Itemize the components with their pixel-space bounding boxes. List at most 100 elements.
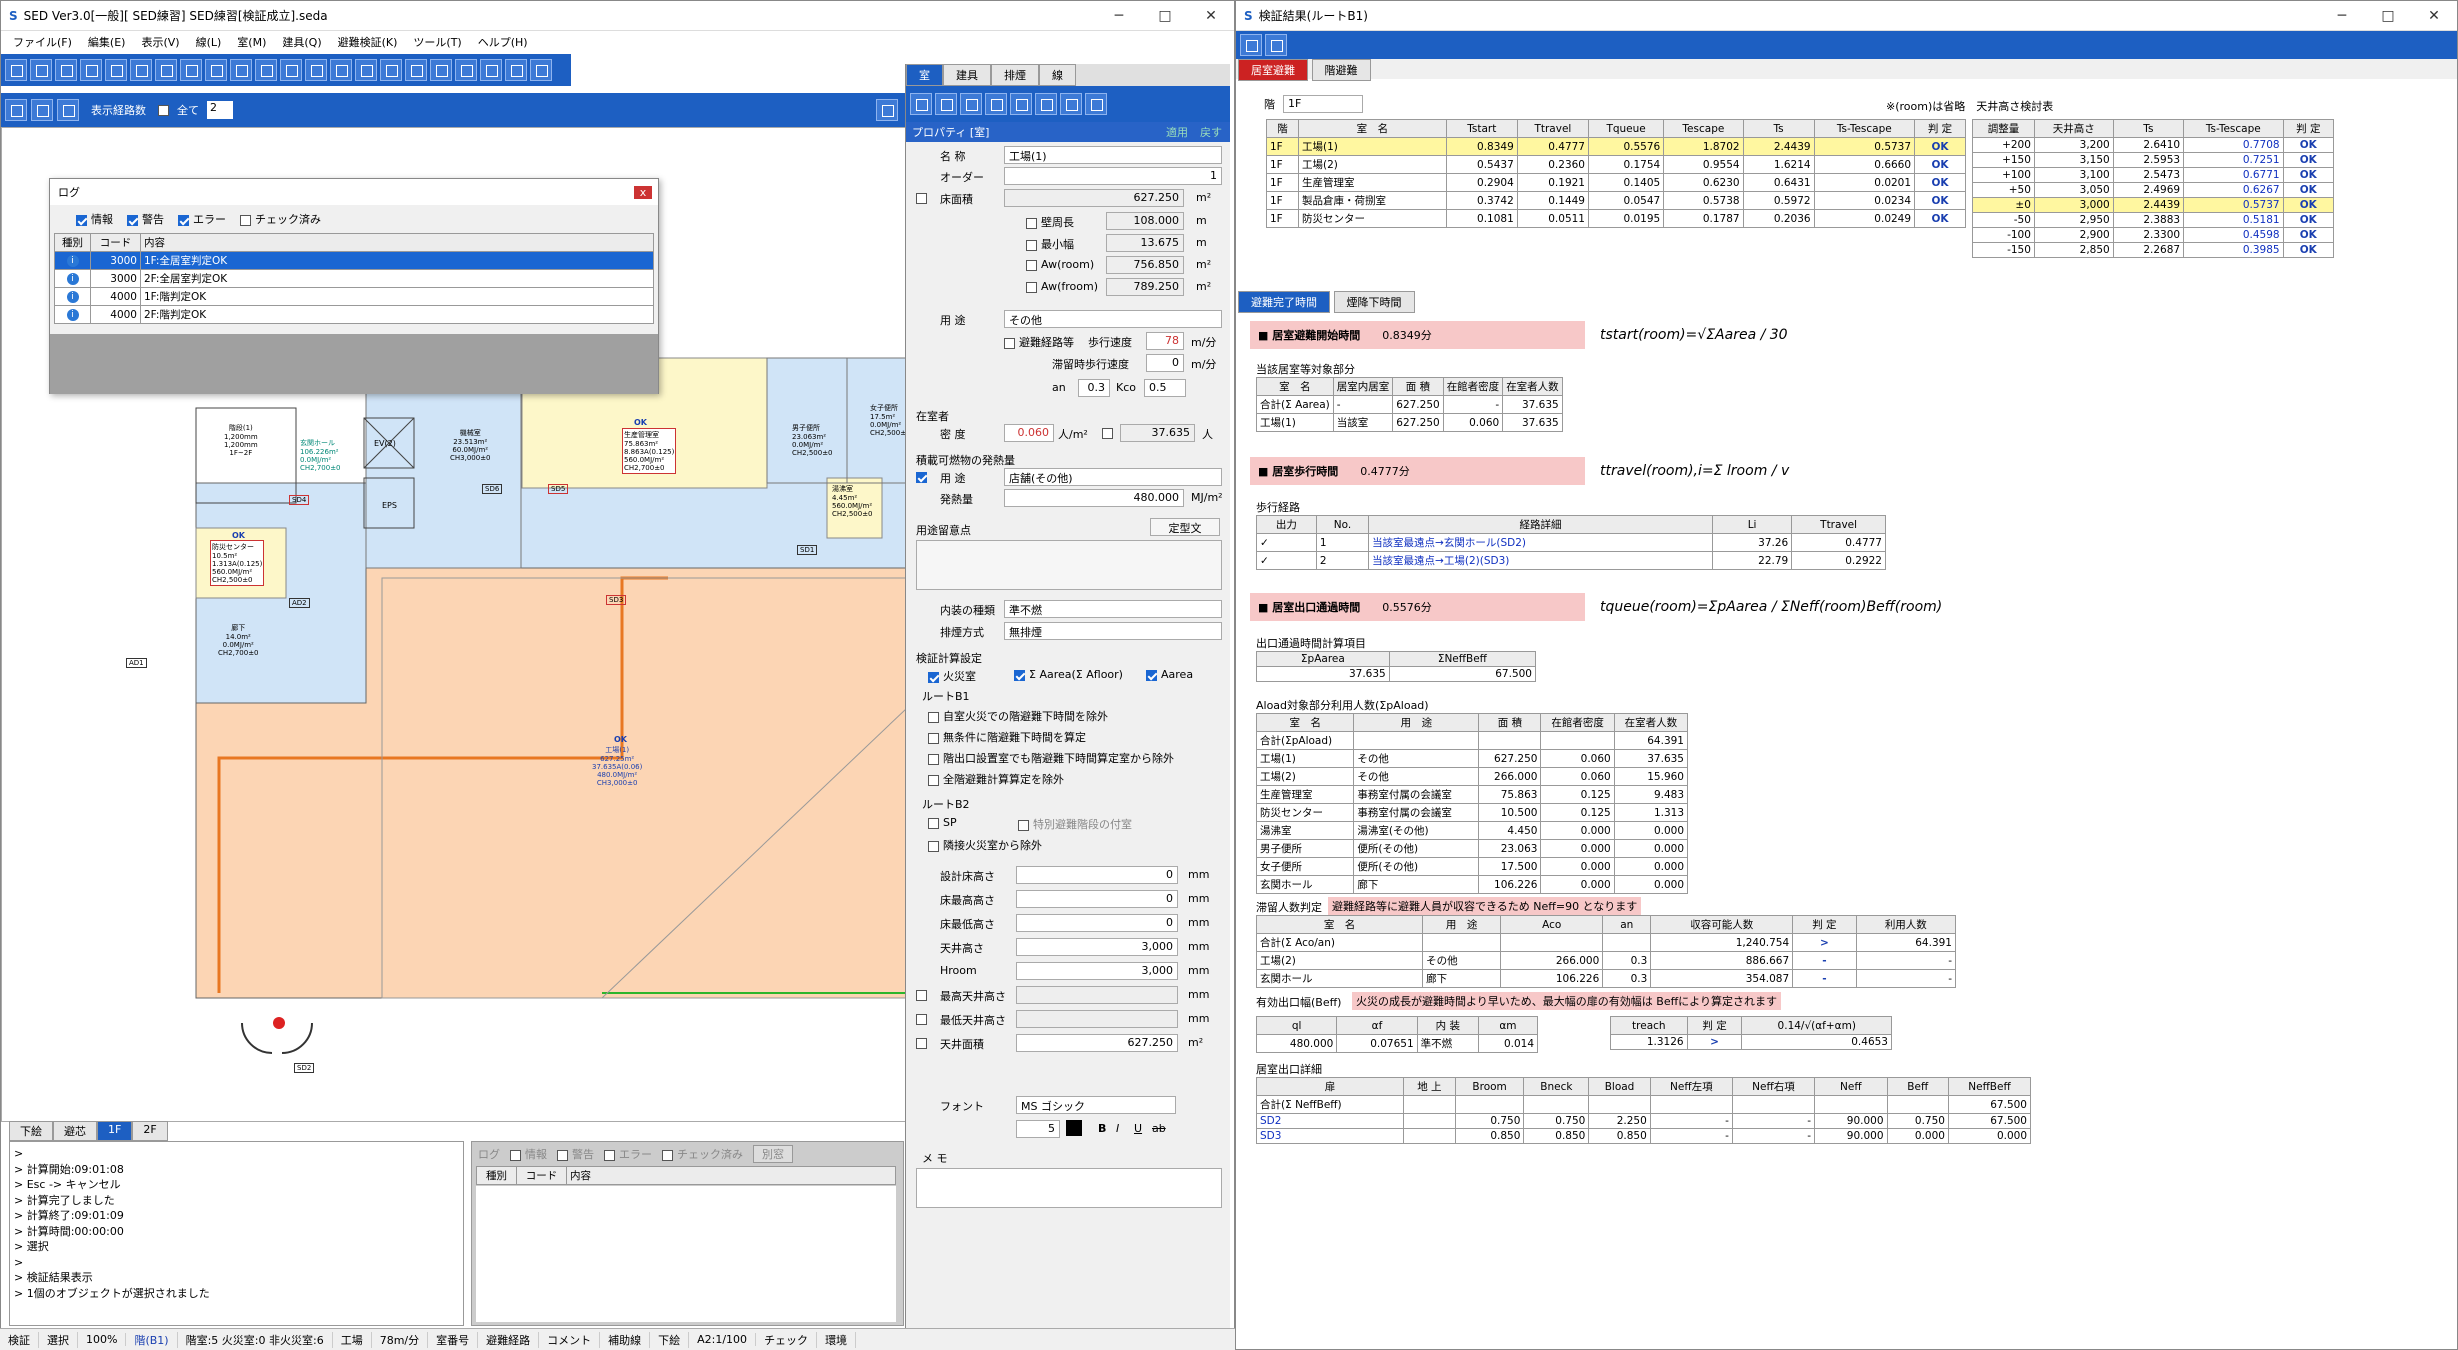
floor-tab-3[interactable]: 2F bbox=[132, 1121, 168, 1141]
status-item-7[interactable]: 室番号 bbox=[428, 1331, 479, 1348]
log-filter-error[interactable]: エラー bbox=[178, 211, 226, 227]
log-dialog[interactable]: ログ x 情報 警告 エラー チェック済み 種別 コード 内容 i 3000 1F:全居… bbox=[49, 178, 659, 394]
underline-button[interactable]: U bbox=[1134, 1122, 1142, 1135]
prop-tab-1[interactable]: 建具 bbox=[943, 64, 991, 86]
smoke-select[interactable]: 無排煙 bbox=[1004, 622, 1222, 640]
aw-checkbox[interactable] bbox=[1026, 259, 1037, 271]
italic-button[interactable]: I bbox=[1116, 1122, 1119, 1135]
font-color-button[interactable] bbox=[1066, 1120, 1082, 1136]
font-size-input[interactable]: 5 bbox=[1016, 1120, 1060, 1138]
console-filter-info[interactable]: 情報 bbox=[510, 1146, 547, 1162]
heat-input[interactable]: 480.000 bbox=[1004, 489, 1184, 507]
floor-tab-1[interactable]: 避芯 bbox=[53, 1121, 97, 1141]
fire-use-select[interactable]: 店舗(その他) bbox=[1004, 468, 1222, 486]
b1-opt-3[interactable]: 階出口設置室でも階避難下時間算定室から除外 bbox=[928, 750, 1174, 766]
height-checkbox-5[interactable] bbox=[916, 989, 927, 1001]
select-tool-icon[interactable] bbox=[876, 99, 898, 121]
toolbar-tool-14-icon[interactable] bbox=[355, 59, 377, 81]
result-copy-icon[interactable] bbox=[1265, 34, 1287, 56]
bold-button[interactable]: B bbox=[1098, 1122, 1106, 1135]
order-input[interactable]: 1 bbox=[1004, 167, 1222, 185]
status-item-12[interactable]: A2:1/100 bbox=[689, 1333, 757, 1346]
persons-checkbox[interactable] bbox=[1102, 427, 1113, 439]
floor-select[interactable]: 1F bbox=[1283, 95, 1363, 113]
use-select[interactable]: その他 bbox=[1004, 310, 1222, 328]
result-close-icon[interactable]: ✕ bbox=[2411, 8, 2457, 24]
toolbar-tool-13-icon[interactable] bbox=[330, 59, 352, 81]
prop-tool-3-icon[interactable] bbox=[985, 93, 1007, 115]
log-filter-info[interactable]: 情報 bbox=[76, 211, 113, 227]
font-select[interactable]: MS ゴシック bbox=[1016, 1096, 1176, 1114]
prop-tool-5-icon[interactable] bbox=[1035, 93, 1057, 115]
tab-floor-evac[interactable]: 階避難 bbox=[1311, 59, 1371, 81]
view-mode-1-icon[interactable] bbox=[5, 99, 27, 121]
toolbar-tool-11-icon[interactable] bbox=[280, 59, 302, 81]
note-textarea[interactable] bbox=[916, 540, 1222, 590]
toolbar-tool-4-icon[interactable] bbox=[105, 59, 127, 81]
an-input[interactable]: 0.3 bbox=[1078, 379, 1110, 397]
menu-item-0[interactable]: ファイル(F) bbox=[7, 34, 82, 50]
name-input[interactable]: 工場(1) bbox=[1004, 146, 1222, 164]
stay-speed-input[interactable]: 0 bbox=[1146, 354, 1184, 372]
toolbar-tool-3-icon[interactable] bbox=[80, 59, 102, 81]
toolbar-tool-7-icon[interactable] bbox=[180, 59, 202, 81]
template-button[interactable]: 定型文 bbox=[1150, 518, 1220, 536]
finish-select[interactable]: 準不燃 bbox=[1004, 600, 1222, 618]
toolbar-tool-9-icon[interactable] bbox=[230, 59, 252, 81]
menu-item-3[interactable]: 線(L) bbox=[190, 34, 232, 50]
toolbar-tool-2-icon[interactable] bbox=[55, 59, 77, 81]
wall-checkbox[interactable] bbox=[1026, 217, 1037, 229]
status-item-8[interactable]: 避難経路 bbox=[478, 1331, 540, 1348]
aw-input[interactable]: 756.850 bbox=[1106, 256, 1184, 274]
result-maximize-icon[interactable]: □ bbox=[2365, 8, 2411, 24]
toolbar-tool-1-icon[interactable] bbox=[30, 59, 52, 81]
toolbar-tool-18-icon[interactable] bbox=[455, 59, 477, 81]
toolbar-tool-15-icon[interactable] bbox=[380, 59, 402, 81]
exclude-check[interactable]: 隣接火災室から除外 bbox=[928, 837, 1042, 853]
log-filter-checked[interactable]: チェック済み bbox=[240, 211, 321, 227]
tab-room-evac[interactable]: 居室避難 bbox=[1238, 59, 1308, 81]
height-input-0[interactable]: 0 bbox=[1016, 866, 1178, 884]
strike-button[interactable]: ab bbox=[1152, 1122, 1166, 1135]
menu-item-5[interactable]: 建具(Q) bbox=[276, 34, 331, 50]
memo-textarea[interactable] bbox=[916, 1168, 1222, 1208]
prop-tab-0[interactable]: 室 bbox=[906, 64, 943, 86]
floor-tab-2[interactable]: 1F bbox=[97, 1121, 133, 1141]
toolbar-tool-20-icon[interactable] bbox=[505, 59, 527, 81]
toolbar-tool-16-icon[interactable] bbox=[405, 59, 427, 81]
status-item-13[interactable]: チェック bbox=[756, 1331, 818, 1348]
console-filter-checked[interactable]: チェック済み bbox=[662, 1146, 743, 1162]
log-row[interactable]: i 4000 2F:階判定OK bbox=[54, 305, 654, 324]
console-filter-warning[interactable]: 警告 bbox=[557, 1146, 594, 1162]
view-mode-2-icon[interactable] bbox=[31, 99, 53, 121]
prop-tab-3[interactable]: 線 bbox=[1039, 64, 1076, 86]
prop-tool-7-icon[interactable] bbox=[1085, 93, 1107, 115]
menu-item-8[interactable]: ヘルプ(H) bbox=[472, 34, 538, 50]
min-input[interactable]: 13.675 bbox=[1106, 234, 1184, 252]
apply-button[interactable]: 適用 bbox=[1166, 124, 1188, 140]
status-item-11[interactable]: 下絵 bbox=[650, 1331, 690, 1348]
close-icon[interactable]: ✕ bbox=[1188, 8, 1234, 24]
walk-speed-input[interactable]: 78 bbox=[1146, 332, 1184, 350]
result-minimize-icon[interactable]: ─ bbox=[2319, 8, 2365, 24]
area-input[interactable]: 627.250 bbox=[1004, 189, 1184, 207]
menu-item-2[interactable]: 表示(V) bbox=[135, 34, 189, 50]
route-count-input[interactable]: 2 bbox=[207, 101, 233, 119]
status-item-9[interactable]: コメント bbox=[539, 1331, 601, 1348]
sp-check[interactable]: SP bbox=[928, 816, 957, 829]
height-checkbox-6[interactable] bbox=[916, 1013, 927, 1025]
b1-opt-4[interactable]: 全階避難計算算定を除外 bbox=[928, 771, 1064, 787]
min-checkbox[interactable] bbox=[1026, 239, 1037, 251]
view-mode-3-icon[interactable] bbox=[57, 99, 79, 121]
prop-tool-1-icon[interactable] bbox=[935, 93, 957, 115]
result-export-icon[interactable] bbox=[1240, 34, 1262, 56]
log-row[interactable]: i 4000 1F:階判定OK bbox=[54, 287, 654, 306]
prop-tool-2-icon[interactable] bbox=[960, 93, 982, 115]
fire-use-checkbox[interactable] bbox=[916, 471, 927, 483]
minimize-icon[interactable]: ─ bbox=[1096, 8, 1142, 24]
height-input-4[interactable]: 3,000 bbox=[1016, 962, 1178, 980]
af-checkbox[interactable] bbox=[1026, 281, 1037, 293]
maximize-icon[interactable]: □ bbox=[1142, 8, 1188, 24]
menu-item-6[interactable]: 避難検証(K) bbox=[332, 34, 408, 50]
height-checkbox-7[interactable] bbox=[916, 1037, 927, 1049]
